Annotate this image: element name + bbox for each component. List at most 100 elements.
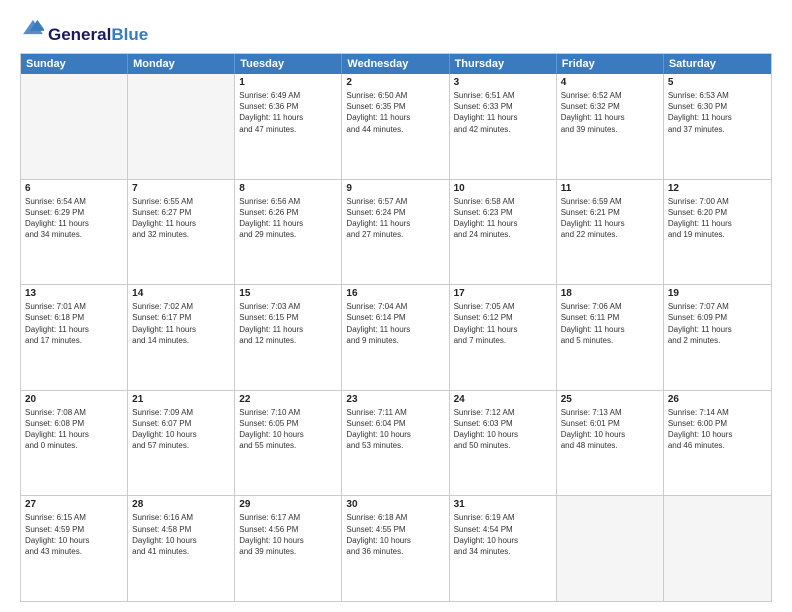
cell-info: Sunrise: 6:51 AM Sunset: 6:33 PM Dayligh… bbox=[454, 90, 552, 135]
calendar-header-row: SundayMondayTuesdayWednesdayThursdayFrid… bbox=[21, 54, 771, 74]
cell-info: Sunrise: 6:56 AM Sunset: 6:26 PM Dayligh… bbox=[239, 196, 337, 241]
cell-info: Sunrise: 6:15 AM Sunset: 4:59 PM Dayligh… bbox=[25, 512, 123, 557]
cell-info: Sunrise: 6:19 AM Sunset: 4:54 PM Dayligh… bbox=[454, 512, 552, 557]
calendar-cell: 5 Sunrise: 6:53 AM Sunset: 6:30 PM Daylig… bbox=[664, 74, 771, 179]
calendar-cell: 24 Sunrise: 7:12 AM Sunset: 6:03 PM Dayli… bbox=[450, 391, 557, 496]
calendar-cell: 8 Sunrise: 6:56 AM Sunset: 6:26 PM Daylig… bbox=[235, 180, 342, 285]
day-number: 21 bbox=[132, 394, 230, 405]
day-number: 13 bbox=[25, 288, 123, 299]
calendar-week-4: 20 Sunrise: 7:08 AM Sunset: 6:08 PM Dayli… bbox=[21, 390, 771, 496]
cell-info: Sunrise: 6:52 AM Sunset: 6:32 PM Dayligh… bbox=[561, 90, 659, 135]
cell-info: Sunrise: 6:54 AM Sunset: 6:29 PM Dayligh… bbox=[25, 196, 123, 241]
cell-info: Sunrise: 7:13 AM Sunset: 6:01 PM Dayligh… bbox=[561, 407, 659, 452]
cell-info: Sunrise: 7:00 AM Sunset: 6:20 PM Dayligh… bbox=[668, 196, 767, 241]
cell-info: Sunrise: 6:17 AM Sunset: 4:56 PM Dayligh… bbox=[239, 512, 337, 557]
cell-info: Sunrise: 6:59 AM Sunset: 6:21 PM Dayligh… bbox=[561, 196, 659, 241]
logo-icon bbox=[22, 16, 44, 38]
day-number: 4 bbox=[561, 77, 659, 88]
calendar-week-1: 1 Sunrise: 6:49 AM Sunset: 6:36 PM Daylig… bbox=[21, 74, 771, 179]
day-number: 26 bbox=[668, 394, 767, 405]
calendar-week-3: 13 Sunrise: 7:01 AM Sunset: 6:18 PM Dayli… bbox=[21, 284, 771, 390]
calendar-cell: 1 Sunrise: 6:49 AM Sunset: 6:36 PM Daylig… bbox=[235, 74, 342, 179]
day-number: 27 bbox=[25, 499, 123, 510]
cal-header-sunday: Sunday bbox=[21, 54, 128, 74]
calendar-cell: 25 Sunrise: 7:13 AM Sunset: 6:01 PM Dayli… bbox=[557, 391, 664, 496]
header: GeneralBlue bbox=[20, 16, 772, 43]
logo: GeneralBlue bbox=[20, 16, 148, 43]
calendar-cell: 26 Sunrise: 7:14 AM Sunset: 6:00 PM Dayli… bbox=[664, 391, 771, 496]
day-number: 24 bbox=[454, 394, 552, 405]
cell-info: Sunrise: 7:12 AM Sunset: 6:03 PM Dayligh… bbox=[454, 407, 552, 452]
cell-info: Sunrise: 7:01 AM Sunset: 6:18 PM Dayligh… bbox=[25, 301, 123, 346]
cell-info: Sunrise: 7:06 AM Sunset: 6:11 PM Dayligh… bbox=[561, 301, 659, 346]
day-number: 18 bbox=[561, 288, 659, 299]
day-number: 30 bbox=[346, 499, 444, 510]
day-number: 2 bbox=[346, 77, 444, 88]
day-number: 1 bbox=[239, 77, 337, 88]
day-number: 23 bbox=[346, 394, 444, 405]
page: GeneralBlue SundayMondayTuesdayWednesday… bbox=[0, 0, 792, 612]
day-number: 5 bbox=[668, 77, 767, 88]
day-number: 22 bbox=[239, 394, 337, 405]
calendar-cell: 20 Sunrise: 7:08 AM Sunset: 6:08 PM Dayli… bbox=[21, 391, 128, 496]
cell-info: Sunrise: 7:11 AM Sunset: 6:04 PM Dayligh… bbox=[346, 407, 444, 452]
calendar-cell: 15 Sunrise: 7:03 AM Sunset: 6:15 PM Dayli… bbox=[235, 285, 342, 390]
calendar-cell: 9 Sunrise: 6:57 AM Sunset: 6:24 PM Daylig… bbox=[342, 180, 449, 285]
cal-header-monday: Monday bbox=[128, 54, 235, 74]
day-number: 19 bbox=[668, 288, 767, 299]
calendar-cell: 21 Sunrise: 7:09 AM Sunset: 6:07 PM Dayli… bbox=[128, 391, 235, 496]
cal-header-thursday: Thursday bbox=[450, 54, 557, 74]
day-number: 25 bbox=[561, 394, 659, 405]
calendar-cell: 29 Sunrise: 6:17 AM Sunset: 4:56 PM Dayli… bbox=[235, 496, 342, 601]
day-number: 7 bbox=[132, 183, 230, 194]
cell-info: Sunrise: 7:05 AM Sunset: 6:12 PM Dayligh… bbox=[454, 301, 552, 346]
day-number: 3 bbox=[454, 77, 552, 88]
cell-info: Sunrise: 6:57 AM Sunset: 6:24 PM Dayligh… bbox=[346, 196, 444, 241]
calendar-cell bbox=[128, 74, 235, 179]
day-number: 14 bbox=[132, 288, 230, 299]
day-number: 31 bbox=[454, 499, 552, 510]
calendar-cell: 4 Sunrise: 6:52 AM Sunset: 6:32 PM Daylig… bbox=[557, 74, 664, 179]
cell-info: Sunrise: 7:03 AM Sunset: 6:15 PM Dayligh… bbox=[239, 301, 337, 346]
day-number: 17 bbox=[454, 288, 552, 299]
calendar-cell: 30 Sunrise: 6:18 AM Sunset: 4:55 PM Dayli… bbox=[342, 496, 449, 601]
cell-info: Sunrise: 6:58 AM Sunset: 6:23 PM Dayligh… bbox=[454, 196, 552, 241]
cell-info: Sunrise: 6:49 AM Sunset: 6:36 PM Dayligh… bbox=[239, 90, 337, 135]
calendar-cell: 28 Sunrise: 6:16 AM Sunset: 4:58 PM Dayli… bbox=[128, 496, 235, 601]
cal-header-friday: Friday bbox=[557, 54, 664, 74]
calendar-cell: 11 Sunrise: 6:59 AM Sunset: 6:21 PM Dayli… bbox=[557, 180, 664, 285]
calendar-cell: 17 Sunrise: 7:05 AM Sunset: 6:12 PM Dayli… bbox=[450, 285, 557, 390]
cell-info: Sunrise: 6:53 AM Sunset: 6:30 PM Dayligh… bbox=[668, 90, 767, 135]
calendar-week-5: 27 Sunrise: 6:15 AM Sunset: 4:59 PM Dayli… bbox=[21, 495, 771, 601]
day-number: 15 bbox=[239, 288, 337, 299]
cell-info: Sunrise: 7:09 AM Sunset: 6:07 PM Dayligh… bbox=[132, 407, 230, 452]
cell-info: Sunrise: 7:14 AM Sunset: 6:00 PM Dayligh… bbox=[668, 407, 767, 452]
day-number: 11 bbox=[561, 183, 659, 194]
day-number: 10 bbox=[454, 183, 552, 194]
day-number: 28 bbox=[132, 499, 230, 510]
day-number: 9 bbox=[346, 183, 444, 194]
calendar-cell: 14Sunrise: 7:02 AM Sunset: 6:17 PM Dayli… bbox=[128, 285, 235, 390]
day-number: 20 bbox=[25, 394, 123, 405]
calendar-cell: 31 Sunrise: 6:19 AM Sunset: 4:54 PM Dayli… bbox=[450, 496, 557, 601]
cell-info: Sunrise: 6:16 AM Sunset: 4:58 PM Dayligh… bbox=[132, 512, 230, 557]
day-number: 8 bbox=[239, 183, 337, 194]
calendar-cell: 22 Sunrise: 7:10 AM Sunset: 6:05 PM Dayli… bbox=[235, 391, 342, 496]
logo-blue: Blue bbox=[111, 25, 148, 44]
cell-info: Sunrise: 7:04 AM Sunset: 6:14 PM Dayligh… bbox=[346, 301, 444, 346]
day-number: 29 bbox=[239, 499, 337, 510]
day-number: 12 bbox=[668, 183, 767, 194]
calendar-cell: 3 Sunrise: 6:51 AM Sunset: 6:33 PM Daylig… bbox=[450, 74, 557, 179]
calendar-week-2: 6Sunrise: 6:54 AM Sunset: 6:29 PM Daylig… bbox=[21, 179, 771, 285]
day-number: 16 bbox=[346, 288, 444, 299]
cell-info: Sunrise: 7:07 AM Sunset: 6:09 PM Dayligh… bbox=[668, 301, 767, 346]
calendar-cell: 13 Sunrise: 7:01 AM Sunset: 6:18 PM Dayli… bbox=[21, 285, 128, 390]
calendar-cell: 10 Sunrise: 6:58 AM Sunset: 6:23 PM Dayli… bbox=[450, 180, 557, 285]
cell-info: Sunrise: 7:08 AM Sunset: 6:08 PM Dayligh… bbox=[25, 407, 123, 452]
cell-info: Sunrise: 6:50 AM Sunset: 6:35 PM Dayligh… bbox=[346, 90, 444, 135]
calendar-cell: 18 Sunrise: 7:06 AM Sunset: 6:11 PM Dayli… bbox=[557, 285, 664, 390]
calendar: SundayMondayTuesdayWednesdayThursdayFrid… bbox=[20, 53, 772, 602]
cell-info: Sunrise: 7:10 AM Sunset: 6:05 PM Dayligh… bbox=[239, 407, 337, 452]
calendar-cell: 6Sunrise: 6:54 AM Sunset: 6:29 PM Daylig… bbox=[21, 180, 128, 285]
cell-info: Sunrise: 6:18 AM Sunset: 4:55 PM Dayligh… bbox=[346, 512, 444, 557]
